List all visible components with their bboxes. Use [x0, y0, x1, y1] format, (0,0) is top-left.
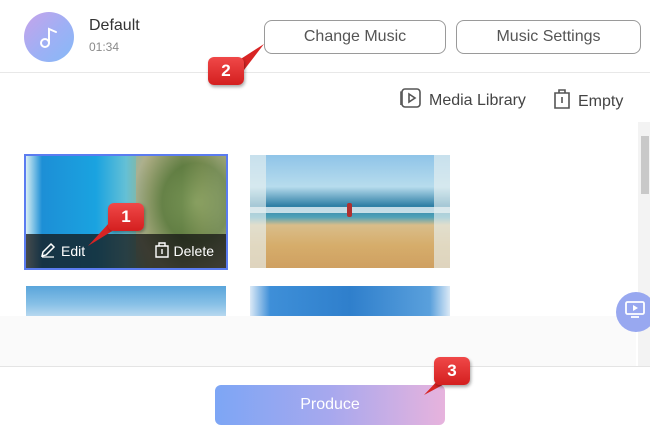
- produce-button[interactable]: Produce: [215, 385, 445, 425]
- media-panel: Media Library Empty Edit Delete: [0, 74, 650, 366]
- delete-button[interactable]: Delete: [154, 241, 214, 261]
- thumbnail-actions: Edit Delete: [26, 234, 226, 268]
- trash-icon: [553, 88, 571, 115]
- media-thumbnail-3[interactable]: [26, 286, 226, 316]
- music-note-icon: [24, 12, 74, 62]
- delete-label: Delete: [173, 243, 214, 259]
- callout-badge-1: 1: [108, 203, 144, 231]
- footer-bar: Produce: [0, 366, 650, 430]
- delete-icon: [154, 241, 169, 261]
- track-name: Default: [89, 17, 140, 34]
- media-library-button[interactable]: Media Library: [400, 88, 526, 113]
- empty-label: Empty: [578, 92, 624, 110]
- callout-badge-2: 2: [208, 57, 244, 85]
- screen-record-button[interactable]: [616, 292, 650, 332]
- screen-record-icon: [625, 300, 647, 324]
- track-duration: 01:34: [89, 40, 120, 54]
- scrollbar-thumb[interactable]: [641, 136, 649, 194]
- thumbnail-edge: [250, 155, 266, 268]
- edit-icon: [40, 242, 56, 261]
- music-settings-button[interactable]: Music Settings: [456, 20, 641, 54]
- change-music-button[interactable]: Change Music: [264, 20, 446, 54]
- music-header: Default 01:34 Change Music Music Setting…: [0, 0, 650, 73]
- media-thumbnail-2[interactable]: [250, 155, 450, 268]
- media-library-label: Media Library: [429, 91, 526, 109]
- thumbnail-edge: [434, 155, 450, 268]
- callout-badge-3: 3: [434, 357, 470, 385]
- panel-bottom-area: [0, 316, 636, 366]
- edit-button[interactable]: Edit: [40, 242, 85, 261]
- empty-button[interactable]: Empty: [553, 88, 623, 115]
- media-library-icon: [400, 88, 422, 113]
- media-thumbnail-4[interactable]: [250, 286, 450, 316]
- thumbnail-figure: [347, 203, 352, 217]
- edit-label: Edit: [61, 243, 86, 259]
